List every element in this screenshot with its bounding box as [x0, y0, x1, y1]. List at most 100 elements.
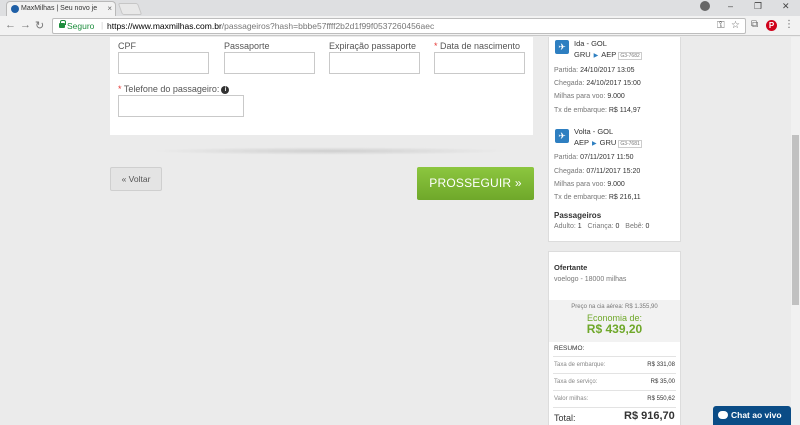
back-arrow-icon[interactable]: ←: [5, 19, 16, 31]
page-viewport: CPF Passaporte Expiração passaporte * Da…: [0, 37, 791, 425]
browser-tab-bar: MaxMilhas | Seu novo je × – ❐ ✕: [0, 0, 800, 16]
outbound-departure-label: Partida:: [554, 67, 579, 74]
passport-expiration-label: Expiração passaporte: [329, 41, 417, 51]
cpf-label: CPF: [118, 41, 136, 51]
phone-label-wrap: * Telefone do passageiro: i: [118, 84, 230, 94]
summary-row-value: R$ 550,62: [647, 396, 675, 402]
vertical-scrollbar[interactable]: [791, 37, 800, 425]
bookmark-star-icon[interactable]: ☆: [731, 20, 740, 31]
outbound-route: GRU ▶ AEP G3-7682: [574, 50, 642, 60]
outbound-arrival-value: 24/10/2017 15:00: [586, 80, 641, 87]
baby-label: Bebê:: [625, 223, 644, 230]
chat-bubble-icon: [718, 411, 728, 419]
outbound-tax-label: Tx de embarque:: [554, 107, 607, 114]
return-tax: Tx de embarque: R$ 216,11: [554, 194, 641, 201]
secure-label: Seguro: [67, 21, 95, 31]
new-tab-button[interactable]: [117, 3, 143, 15]
address-bar[interactable]: Seguro | https://www.maxmilhas.com.br/pa…: [52, 18, 746, 34]
baby-count: 0: [645, 223, 650, 230]
extension-icon[interactable]: ⧉: [751, 19, 758, 30]
summary-row-value: R$ 35,00: [650, 379, 675, 385]
price-summary-card: Ofertante voelogo - 18000 milhas Preço n…: [548, 251, 681, 425]
return-from: AEP: [574, 138, 590, 147]
outbound-miles-label: Milhas para voo:: [554, 93, 606, 100]
return-arrival: Chegada: 07/11/2017 15:20: [554, 168, 640, 175]
return-flight-code: G3-7681: [618, 140, 642, 148]
card-shadow-divider: [150, 147, 510, 155]
info-icon[interactable]: i: [221, 85, 230, 94]
child-label: Criança:: [587, 223, 614, 230]
reload-icon[interactable]: ↻: [35, 19, 44, 32]
airline-price: Preço na cia aérea: R$ 1.355,90: [571, 304, 658, 310]
browser-toolbar: ← → ↻ Seguro | https://www.maxmilhas.com…: [0, 16, 800, 36]
forward-arrow-icon[interactable]: →: [20, 19, 31, 31]
maximize-icon[interactable]: ❐: [754, 1, 762, 12]
outbound-flight-code: G3-7682: [618, 52, 642, 60]
summary-row-label: Taxa de embarque:: [554, 362, 606, 368]
tab-title: MaxMilhas | Seu novo je: [21, 5, 98, 12]
outbound-tax-value: R$ 114,97: [608, 107, 641, 114]
summary-divider: [553, 356, 676, 357]
passengers-title: Passageiros: [554, 211, 602, 220]
passport-expiration-input[interactable]: [329, 52, 420, 74]
outbound-tax: Tx de embarque: R$ 114,97: [554, 107, 641, 114]
scrollbar-thumb[interactable]: [792, 135, 799, 305]
outbound-departure: Partida: 24/10/2017 13:05: [554, 67, 635, 74]
summary-divider: [553, 390, 676, 391]
return-miles-label: Milhas para voo:: [554, 181, 606, 188]
adult-count: 1: [577, 223, 582, 230]
close-tab-icon[interactable]: ×: [107, 4, 112, 13]
route-arrow-icon: ▶: [592, 141, 597, 147]
outbound-miles-value: 9.000: [607, 93, 625, 100]
outbound-to: AEP: [601, 50, 617, 59]
passenger-form-card: CPF Passaporte Expiração passaporte * Da…: [110, 37, 533, 135]
summary-row-label: Taxa de serviço:: [554, 379, 598, 385]
total-value: R$ 916,70: [624, 410, 675, 422]
passport-input[interactable]: [224, 52, 315, 74]
return-to: GRU: [599, 138, 617, 147]
key-icon[interactable]: ⚿: [717, 20, 725, 31]
return-arrival-label: Chegada:: [554, 168, 585, 175]
url-host: https://www.maxmilhas.com.br: [107, 21, 222, 31]
summary-divider: [553, 407, 676, 408]
lock-icon: [59, 20, 66, 28]
summary-label: RESUMO:: [554, 345, 585, 352]
return-tax-label: Tx de embarque:: [554, 194, 607, 201]
return-route: AEP ▶ GRU G3-7681: [574, 138, 642, 148]
url-path: /passageiros?hash=bbbe57ffff2b2d1f99f053…: [221, 21, 435, 31]
profile-icon[interactable]: [700, 1, 710, 11]
route-arrow-icon: ▶: [593, 53, 599, 59]
return-departure-label: Partida:: [554, 154, 579, 161]
outbound-miles: Milhas para voo: 9.000: [554, 93, 625, 100]
return-title: Volta - GOL: [574, 127, 614, 136]
adult-label: Adulto:: [554, 223, 576, 230]
cpf-input[interactable]: [118, 52, 209, 74]
outbound-departure-value: 24/10/2017 13:05: [580, 67, 635, 74]
birthdate-input[interactable]: [434, 52, 525, 74]
return-arrival-value: 07/11/2017 15:20: [586, 168, 641, 175]
savings-box: Preço na cia aérea: R$ 1.355,90 Economia…: [549, 300, 680, 342]
birthdate-label: Data de nascimento: [440, 41, 521, 51]
minimize-icon[interactable]: –: [728, 1, 733, 11]
close-window-icon[interactable]: ✕: [782, 1, 790, 12]
back-button[interactable]: « Voltar: [110, 167, 162, 191]
return-miles-value: 9.000: [607, 181, 625, 188]
proceed-button[interactable]: PROSSEGUIR »: [417, 167, 534, 200]
savings-value: R$ 439,20: [586, 322, 643, 336]
chat-label: Chat ao vivo: [731, 410, 782, 420]
plane-return-icon: ✈: [555, 129, 569, 143]
menu-dots-icon[interactable]: ⋮: [784, 19, 794, 30]
url-separator: |: [101, 20, 104, 30]
plane-departure-icon: ✈: [555, 40, 569, 54]
maxmilhas-favicon-icon: [11, 5, 19, 13]
birthdate-label-wrap: * Data de nascimento: [434, 41, 520, 51]
phone-input[interactable]: [118, 95, 244, 117]
outbound-from: GRU: [574, 50, 591, 59]
browser-tab[interactable]: MaxMilhas | Seu novo je ×: [6, 1, 116, 16]
summary-row-label: Valor milhas:: [554, 396, 589, 402]
outbound-title: Ida - GOL: [574, 39, 607, 48]
pinterest-icon[interactable]: P: [766, 20, 777, 31]
return-miles: Milhas para voo: 9.000: [554, 181, 625, 188]
live-chat-button[interactable]: Chat ao vivo: [713, 406, 791, 425]
outbound-arrival-label: Chegada:: [554, 80, 585, 87]
